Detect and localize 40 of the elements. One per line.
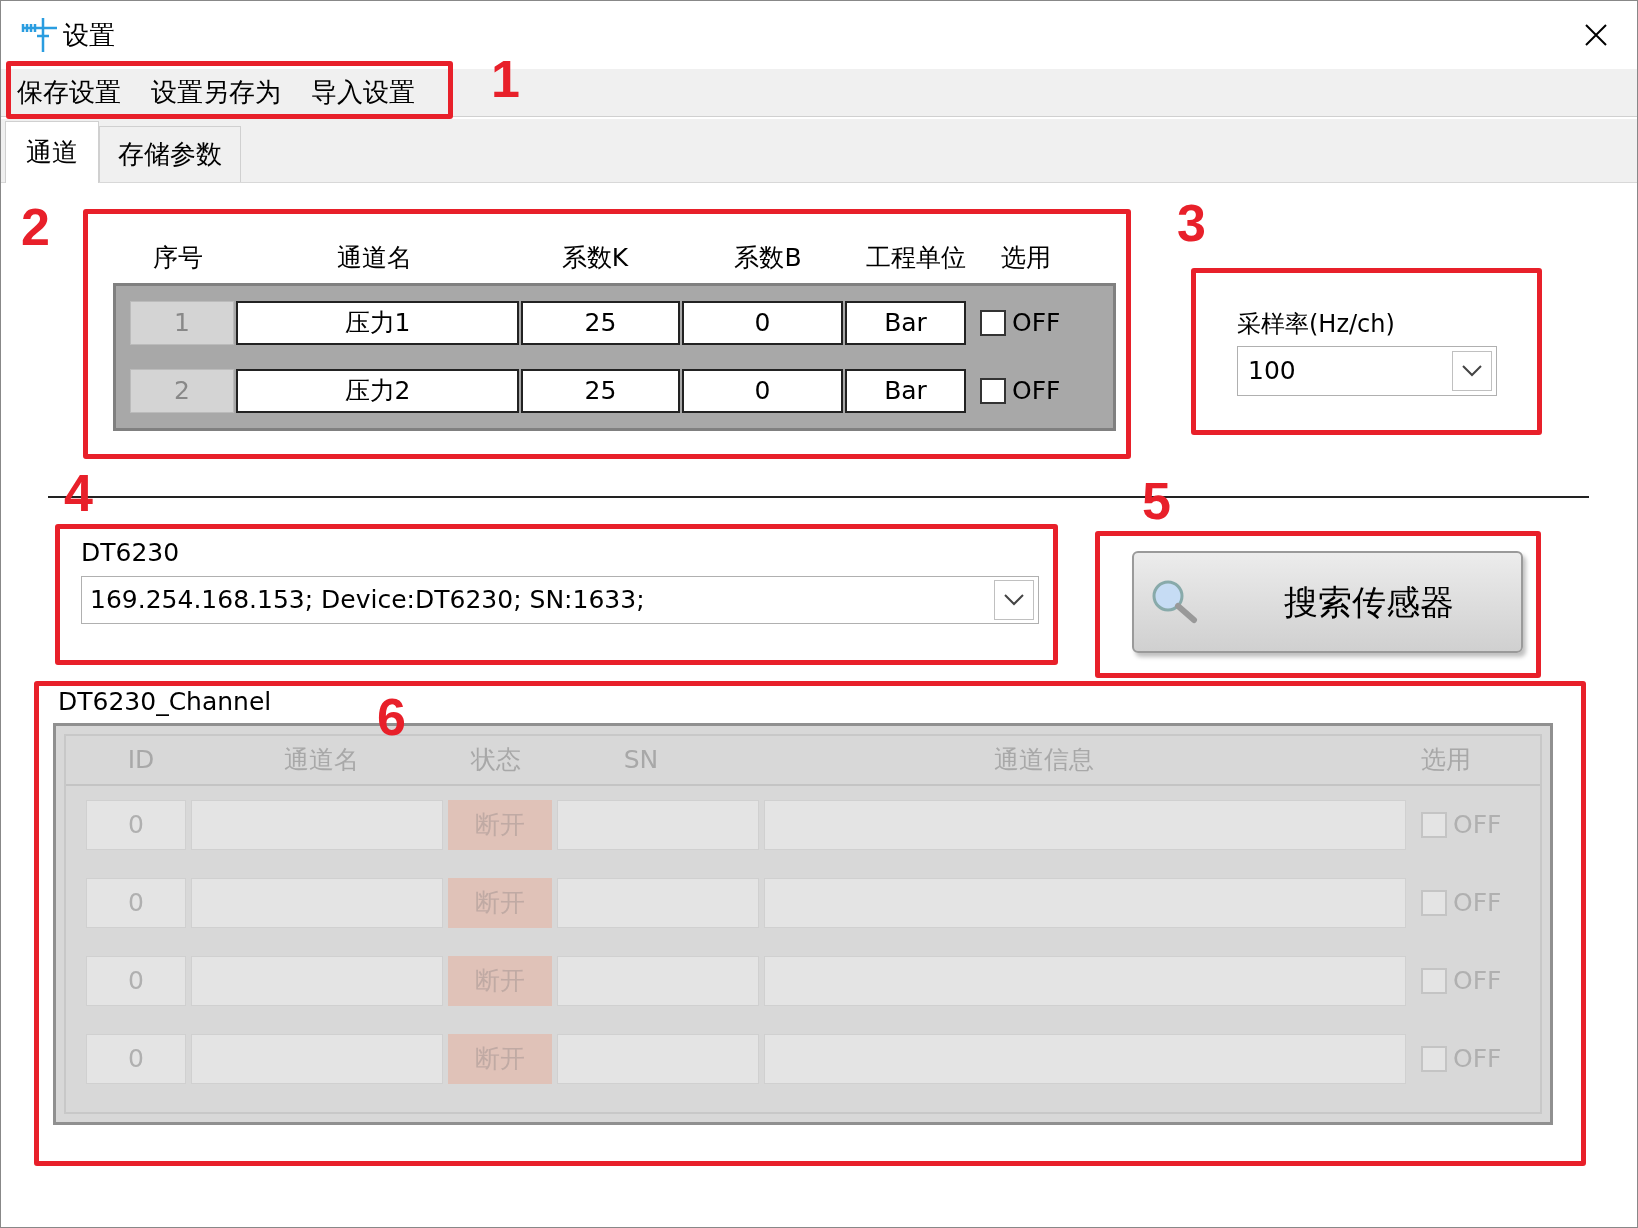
annotation-number: 6 xyxy=(377,687,406,747)
checkbox-label: OFF xyxy=(1012,375,1061,408)
sample-rate-dropdown[interactable]: 100 xyxy=(1237,346,1497,396)
table-cell: 1 xyxy=(130,301,234,345)
window-title: 设置 xyxy=(63,18,115,52)
chevron-down-icon xyxy=(1462,365,1482,377)
channel-name-field[interactable]: 压力2 xyxy=(236,369,519,413)
column-header: 系数B xyxy=(733,242,803,275)
device-dropdown[interactable]: 169.254.168.153; Device:DT6230; SN:1633; xyxy=(81,576,1039,624)
chevron-down-icon xyxy=(1004,594,1024,606)
coefficient-field[interactable]: 25 xyxy=(521,301,680,345)
sample-rate-label: 采样率(Hz/ch) xyxy=(1237,309,1396,340)
coefficient-field[interactable]: 25 xyxy=(521,369,680,413)
menu-item[interactable]: 导入设置 xyxy=(311,73,415,112)
checkbox[interactable] xyxy=(980,378,1006,404)
checkbox-label: OFF xyxy=(1012,307,1061,340)
checkbox[interactable] xyxy=(980,310,1006,336)
unit-field[interactable]: Bar xyxy=(845,301,966,345)
table-cell: 2 xyxy=(130,369,234,413)
coefficient-field[interactable]: 0 xyxy=(682,369,843,413)
tab[interactable]: 存储参数 xyxy=(99,126,241,182)
search-sensor-button[interactable]: 搜索传感器 xyxy=(1132,551,1523,653)
column-header: 系数K xyxy=(560,242,630,275)
column-header: 选用 xyxy=(1000,242,1052,275)
column-header: 工程单位 xyxy=(865,242,967,275)
column-header: 通道名 xyxy=(335,242,413,275)
annotation-number: 3 xyxy=(1177,193,1206,253)
annotation-number: 2 xyxy=(21,197,50,257)
close-icon[interactable] xyxy=(1585,24,1607,46)
unit-field[interactable]: Bar xyxy=(845,369,966,413)
column-header: 序号 xyxy=(152,242,204,275)
menu-item[interactable]: 保存设置 xyxy=(17,73,121,112)
menu-item[interactable]: 设置另存为 xyxy=(151,73,281,112)
device-label: DT6230 xyxy=(81,538,181,568)
channel-name-field[interactable]: 压力1 xyxy=(236,301,519,345)
coefficient-field[interactable]: 0 xyxy=(682,301,843,345)
sensor-channels-title: DT6230_Channel xyxy=(58,687,272,716)
annotation-number: 1 xyxy=(491,49,520,109)
app-logo-icon xyxy=(21,18,57,52)
tab[interactable]: 通道 xyxy=(5,121,99,183)
